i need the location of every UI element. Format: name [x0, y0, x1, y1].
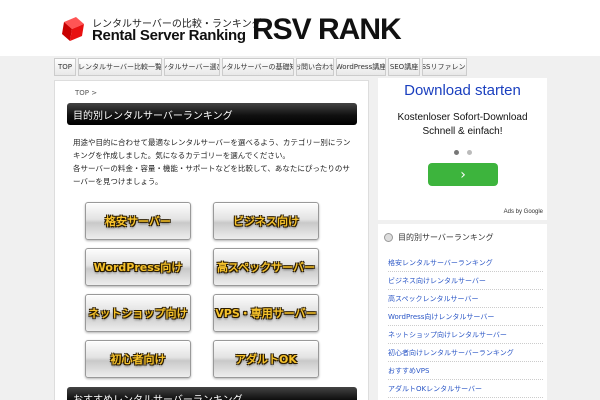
category-button-adult[interactable]: アダルトOK	[213, 340, 319, 378]
ads-by-google[interactable]: Ads by Google	[504, 209, 543, 215]
category-label: ビジネス向け	[233, 215, 299, 228]
carousel-dot[interactable]	[467, 150, 472, 155]
category-button-business[interactable]: ビジネス向け	[213, 202, 319, 240]
sidebar: 目的別サーバーランキング 格安レンタルサーバーランキング ビジネス向けレンタルサ…	[378, 224, 547, 400]
nav-wordpress[interactable]: WordPress講座	[336, 58, 386, 76]
category-label: 初心者向け	[110, 353, 166, 366]
intro-text: 用途や目的に合わせて最適なレンタルサーバーを選べるよう、カテゴリー別にランキング…	[73, 136, 355, 188]
sidebar-link[interactable]: 初心者向けレンタルサーバーランキング	[388, 344, 543, 362]
ad-line-1[interactable]: Kostenloser Sofort-Download	[378, 112, 547, 123]
sidebar-link[interactable]: ネットショップ向けレンタルサーバー	[388, 326, 543, 344]
nav-howto[interactable]: レンタルサーバー選び方	[164, 58, 220, 76]
intro-paragraph-1: 用途や目的に合わせて最適なレンタルサーバーを選べるよう、カテゴリー別にランキング…	[73, 138, 351, 160]
global-nav: TOP レンタルサーバー比較一覧 レンタルサーバー選び方 レンタルサーバーの基礎…	[54, 58, 547, 76]
sidebar-heading-label: 目的別サーバーランキング	[398, 233, 494, 242]
category-button-netshop[interactable]: ネットショップ向け	[85, 294, 191, 332]
nav-seo[interactable]: SEO講座	[388, 58, 420, 76]
sidebar-link[interactable]: アダルトOKレンタルサーバー	[388, 380, 543, 398]
red-cube-logo-icon[interactable]	[60, 16, 86, 42]
breadcrumb[interactable]: TOP >	[75, 89, 97, 97]
sidebar-link[interactable]: ビジネス向けレンタルサーバー	[388, 272, 543, 290]
category-label: WordPress向け	[93, 261, 183, 274]
category-label: 高スペックサーバー	[216, 261, 316, 274]
intro-paragraph-2: 各サーバーの料金・容量・機能・サポートなどを比較して、あなたにぴったりのサーバー…	[73, 164, 350, 186]
main-content: TOP > 目的別レンタルサーバーランキング 用途や目的に合わせて最適なレンタル…	[54, 80, 369, 400]
category-button-wordpress[interactable]: WordPress向け	[85, 248, 191, 286]
site-title-rank[interactable]: RSV RANK	[252, 13, 402, 47]
category-label: アダルトOK	[235, 353, 297, 366]
sidebar-link[interactable]: おすすめVPS	[388, 362, 543, 380]
nav-contact[interactable]: お問い合わせ	[296, 58, 334, 76]
category-button-cheap[interactable]: 格安サーバー	[85, 202, 191, 240]
ad-carousel-dots	[454, 150, 472, 155]
ad-banner[interactable]: Download starten Kostenloser Sofort-Down…	[378, 78, 547, 220]
chevron-right-icon: ›	[460, 166, 466, 183]
ad-line-2[interactable]: Schnell & einfach!	[378, 126, 547, 137]
sidebar-link[interactable]: 格安レンタルサーバーランキング	[388, 254, 543, 272]
page-title: 目的別レンタルサーバーランキング	[67, 103, 357, 125]
sidebar-link[interactable]: WordPress向けレンタルサーバー	[388, 308, 543, 326]
category-label: 格安サーバー	[105, 215, 171, 228]
nav-compare[interactable]: レンタルサーバー比較一覧	[78, 58, 162, 76]
category-button-beginner[interactable]: 初心者向け	[85, 340, 191, 378]
category-button-vps[interactable]: VPS・専用サーバー	[213, 294, 319, 332]
carousel-dot-active[interactable]	[454, 150, 459, 155]
category-button-high-spec[interactable]: 高スペックサーバー	[213, 248, 319, 286]
ad-headline[interactable]: Download starten	[378, 82, 547, 99]
nav-css[interactable]: CSSリファレンス	[422, 58, 467, 76]
nav-basics[interactable]: レンタルサーバーの基礎知識	[222, 58, 294, 76]
site-title-en[interactable]: Rental Server Ranking	[92, 27, 246, 44]
bullet-circle-icon	[384, 233, 393, 242]
sidebar-link[interactable]: 高スペックレンタルサーバー	[388, 290, 543, 308]
category-label: ネットショップ向け	[88, 307, 188, 320]
site-header: レンタルサーバーの比較・ランキング Rental Server Ranking …	[0, 0, 600, 56]
nav-top[interactable]: TOP	[54, 58, 76, 76]
sidebar-link-list: 格安レンタルサーバーランキング ビジネス向けレンタルサーバー 高スペックレンタル…	[388, 254, 543, 398]
ad-next-button[interactable]: ›	[428, 163, 498, 186]
sidebar-heading: 目的別サーバーランキング	[384, 232, 494, 243]
category-label: VPS・専用サーバー	[215, 307, 317, 320]
section-title: おすすめレンタルサーバーランキング	[67, 387, 357, 400]
